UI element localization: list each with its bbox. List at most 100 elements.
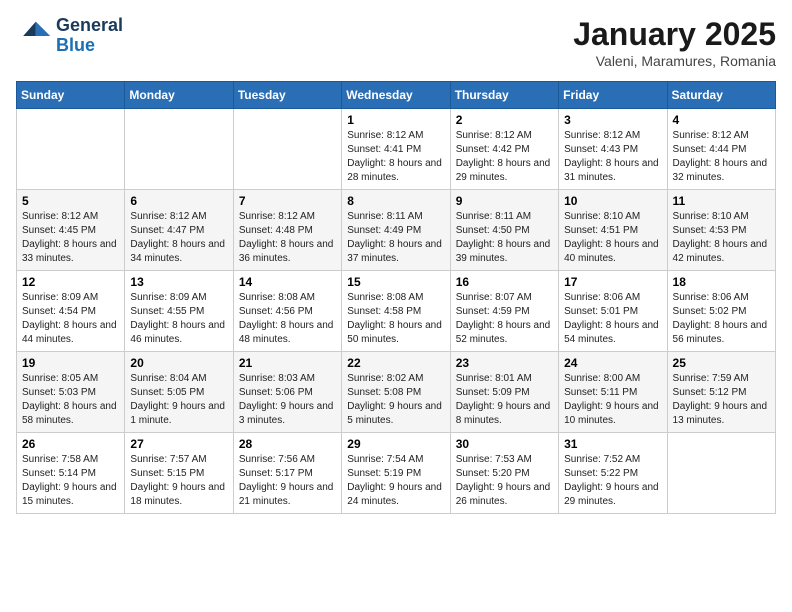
calendar-day-cell: 20Sunrise: 8:04 AMSunset: 5:05 PMDayligh… [125,352,233,433]
logo: General Blue [16,16,123,56]
day-info: Sunrise: 8:12 AMSunset: 4:43 PMDaylight:… [564,129,661,185]
day-info: Sunrise: 8:06 AMSunset: 5:02 PMDaylight:… [673,291,770,347]
calendar-week-row: 12 Sunrise: 8:09 AMSunset: 4:54 PMDayligh… [17,271,776,352]
day-number: 31 [564,437,661,451]
day-info: Sunrise: 8:08 AMSunset: 4:58 PMDaylight:… [347,291,444,347]
calendar-day-cell [667,433,775,514]
logo-icon [16,18,52,54]
logo-general-text: General [56,15,123,35]
calendar-subtitle: Valeni, Maramures, Romania [573,53,776,69]
calendar-day-cell: 2Sunrise: 8:12 AMSunset: 4:42 PMDaylight… [450,109,558,190]
day-info: Sunrise: 8:08 AMSunset: 4:56 PMDaylight:… [239,291,336,347]
day-number: 12 [22,275,119,289]
calendar-day-cell: 11Sunrise: 8:10 AMSunset: 4:53 PMDayligh… [667,190,775,271]
calendar-day-cell [233,109,341,190]
day-info: Sunrise: 8:01 AMSunset: 5:09 PMDaylight:… [456,372,553,428]
calendar-day-cell: 30 Sunrise: 7:53 AMSunset: 5:20 PMDayligh… [450,433,558,514]
calendar-week-row: 1 Sunrise: 8:12 AMSunset: 4:41 PMDaylight… [17,109,776,190]
day-number: 25 [673,356,770,370]
day-info: Sunrise: 7:54 AMSunset: 5:19 PMDaylight:… [347,453,444,509]
day-info: Sunrise: 8:10 AMSunset: 4:51 PMDaylight:… [564,210,661,266]
calendar-day-cell: 10 Sunrise: 8:10 AMSunset: 4:51 PMDayligh… [559,190,667,271]
day-info: Sunrise: 8:02 AMSunset: 5:08 PMDaylight:… [347,372,444,428]
day-number: 10 [564,194,661,208]
calendar-week-row: 26 Sunrise: 7:58 AMSunset: 5:14 PMDayligh… [17,433,776,514]
day-info: Sunrise: 8:12 AMSunset: 4:45 PMDaylight:… [22,210,119,266]
day-info: Sunrise: 8:12 AMSunset: 4:47 PMDaylight:… [130,210,227,266]
day-info: Sunrise: 8:04 AMSunset: 5:05 PMDaylight:… [130,372,227,428]
calendar-day-cell: 21Sunrise: 8:03 AMSunset: 5:06 PMDayligh… [233,352,341,433]
day-info: Sunrise: 8:06 AMSunset: 5:01 PMDaylight:… [564,291,661,347]
calendar-day-cell: 23 Sunrise: 8:01 AMSunset: 5:09 PMDayligh… [450,352,558,433]
weekday-header-row: SundayMondayTuesdayWednesdayThursdayFrid… [17,82,776,109]
day-info: Sunrise: 7:58 AMSunset: 5:14 PMDaylight:… [22,453,119,509]
day-number: 2 [456,113,553,127]
calendar-day-cell: 19 Sunrise: 8:05 AMSunset: 5:03 PMDayligh… [17,352,125,433]
calendar-day-cell: 25 Sunrise: 7:59 AMSunset: 5:12 PMDayligh… [667,352,775,433]
calendar-day-cell: 8Sunrise: 8:11 AMSunset: 4:49 PMDaylight… [342,190,450,271]
day-number: 24 [564,356,661,370]
calendar-day-cell: 31 Sunrise: 7:52 AMSunset: 5:22 PMDayligh… [559,433,667,514]
calendar-table: SundayMondayTuesdayWednesdayThursdayFrid… [16,81,776,514]
calendar-day-cell: 17Sunrise: 8:06 AMSunset: 5:01 PMDayligh… [559,271,667,352]
calendar-day-cell: 14Sunrise: 8:08 AMSunset: 4:56 PMDayligh… [233,271,341,352]
day-info: Sunrise: 8:05 AMSunset: 5:03 PMDaylight:… [22,372,119,428]
day-info: Sunrise: 7:57 AMSunset: 5:15 PMDaylight:… [130,453,227,509]
day-number: 23 [456,356,553,370]
day-number: 15 [347,275,444,289]
day-number: 13 [130,275,227,289]
calendar-day-cell [125,109,233,190]
day-info: Sunrise: 8:07 AMSunset: 4:59 PMDaylight:… [456,291,553,347]
title-block: January 2025 Valeni, Maramures, Romania [573,16,776,69]
weekday-header-cell: Wednesday [342,82,450,109]
day-info: Sunrise: 8:12 AMSunset: 4:48 PMDaylight:… [239,210,336,266]
calendar-day-cell: 28 Sunrise: 7:56 AMSunset: 5:17 PMDayligh… [233,433,341,514]
day-number: 7 [239,194,336,208]
day-number: 4 [673,113,770,127]
weekday-header-cell: Thursday [450,82,558,109]
calendar-day-cell: 3 Sunrise: 8:12 AMSunset: 4:43 PMDaylight… [559,109,667,190]
day-number: 22 [347,356,444,370]
calendar-day-cell: 5Sunrise: 8:12 AMSunset: 4:45 PMDaylight… [17,190,125,271]
weekday-header-cell: Sunday [17,82,125,109]
day-info: Sunrise: 8:11 AMSunset: 4:50 PMDaylight:… [456,210,553,266]
day-info: Sunrise: 8:00 AMSunset: 5:11 PMDaylight:… [564,372,661,428]
day-info: Sunrise: 8:12 AMSunset: 4:41 PMDaylight:… [347,129,444,185]
calendar-day-cell: 27 Sunrise: 7:57 AMSunset: 5:15 PMDayligh… [125,433,233,514]
calendar-day-cell: 7 Sunrise: 8:12 AMSunset: 4:48 PMDaylight… [233,190,341,271]
calendar-day-cell: 18Sunrise: 8:06 AMSunset: 5:02 PMDayligh… [667,271,775,352]
calendar-day-cell: 15 Sunrise: 8:08 AMSunset: 4:58 PMDayligh… [342,271,450,352]
weekday-header-cell: Tuesday [233,82,341,109]
calendar-day-cell: 9Sunrise: 8:11 AMSunset: 4:50 PMDaylight… [450,190,558,271]
day-number: 3 [564,113,661,127]
day-info: Sunrise: 7:52 AMSunset: 5:22 PMDaylight:… [564,453,661,509]
calendar-day-cell: 24 Sunrise: 8:00 AMSunset: 5:11 PMDayligh… [559,352,667,433]
calendar-day-cell [17,109,125,190]
weekday-header-cell: Saturday [667,82,775,109]
calendar-week-row: 19 Sunrise: 8:05 AMSunset: 5:03 PMDayligh… [17,352,776,433]
day-number: 30 [456,437,553,451]
day-number: 28 [239,437,336,451]
day-info: Sunrise: 8:12 AMSunset: 4:44 PMDaylight:… [673,129,770,185]
calendar-week-row: 5Sunrise: 8:12 AMSunset: 4:45 PMDaylight… [17,190,776,271]
calendar-title: January 2025 [573,16,776,53]
day-number: 8 [347,194,444,208]
calendar-day-cell: 4 Sunrise: 8:12 AMSunset: 4:44 PMDaylight… [667,109,775,190]
day-number: 1 [347,113,444,127]
day-number: 29 [347,437,444,451]
calendar-day-cell: 26 Sunrise: 7:58 AMSunset: 5:14 PMDayligh… [17,433,125,514]
day-info: Sunrise: 8:09 AMSunset: 4:55 PMDaylight:… [130,291,227,347]
day-info: Sunrise: 7:53 AMSunset: 5:20 PMDaylight:… [456,453,553,509]
page-header: General Blue January 2025 Valeni, Maramu… [16,16,776,69]
day-number: 27 [130,437,227,451]
day-info: Sunrise: 8:03 AMSunset: 5:06 PMDaylight:… [239,372,336,428]
day-number: 19 [22,356,119,370]
day-info: Sunrise: 8:09 AMSunset: 4:54 PMDaylight:… [22,291,119,347]
day-number: 6 [130,194,227,208]
day-info: Sunrise: 7:56 AMSunset: 5:17 PMDaylight:… [239,453,336,509]
day-number: 16 [456,275,553,289]
day-number: 26 [22,437,119,451]
day-info: Sunrise: 7:59 AMSunset: 5:12 PMDaylight:… [673,372,770,428]
calendar-body: 1 Sunrise: 8:12 AMSunset: 4:41 PMDaylight… [17,109,776,514]
weekday-header-cell: Monday [125,82,233,109]
